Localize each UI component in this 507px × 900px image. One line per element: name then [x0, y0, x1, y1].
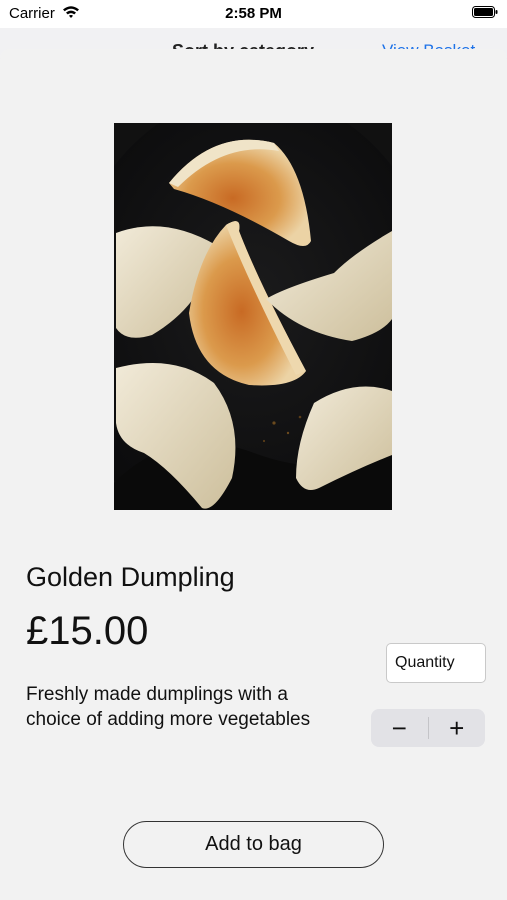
- status-time: 2:58 PM: [225, 5, 282, 22]
- product-price: £15.00: [26, 609, 149, 653]
- status-bar: Carrier 2:58 PM: [0, 0, 507, 28]
- add-to-bag-button[interactable]: Add to bag: [123, 821, 384, 868]
- product-description: Freshly made dumplings with a choice of …: [26, 684, 311, 730]
- product-name: Golden Dumpling: [26, 562, 235, 592]
- product-detail-sheet: Golden Dumpling £15.00 Freshly made dump…: [0, 49, 507, 900]
- battery-icon: [472, 6, 498, 18]
- quantity-stepper[interactable]: − +: [371, 709, 485, 747]
- quantity-field[interactable]: Quantity: [386, 643, 486, 683]
- product-image: [114, 123, 392, 510]
- decrement-button[interactable]: −: [371, 709, 428, 747]
- increment-button[interactable]: +: [429, 709, 486, 747]
